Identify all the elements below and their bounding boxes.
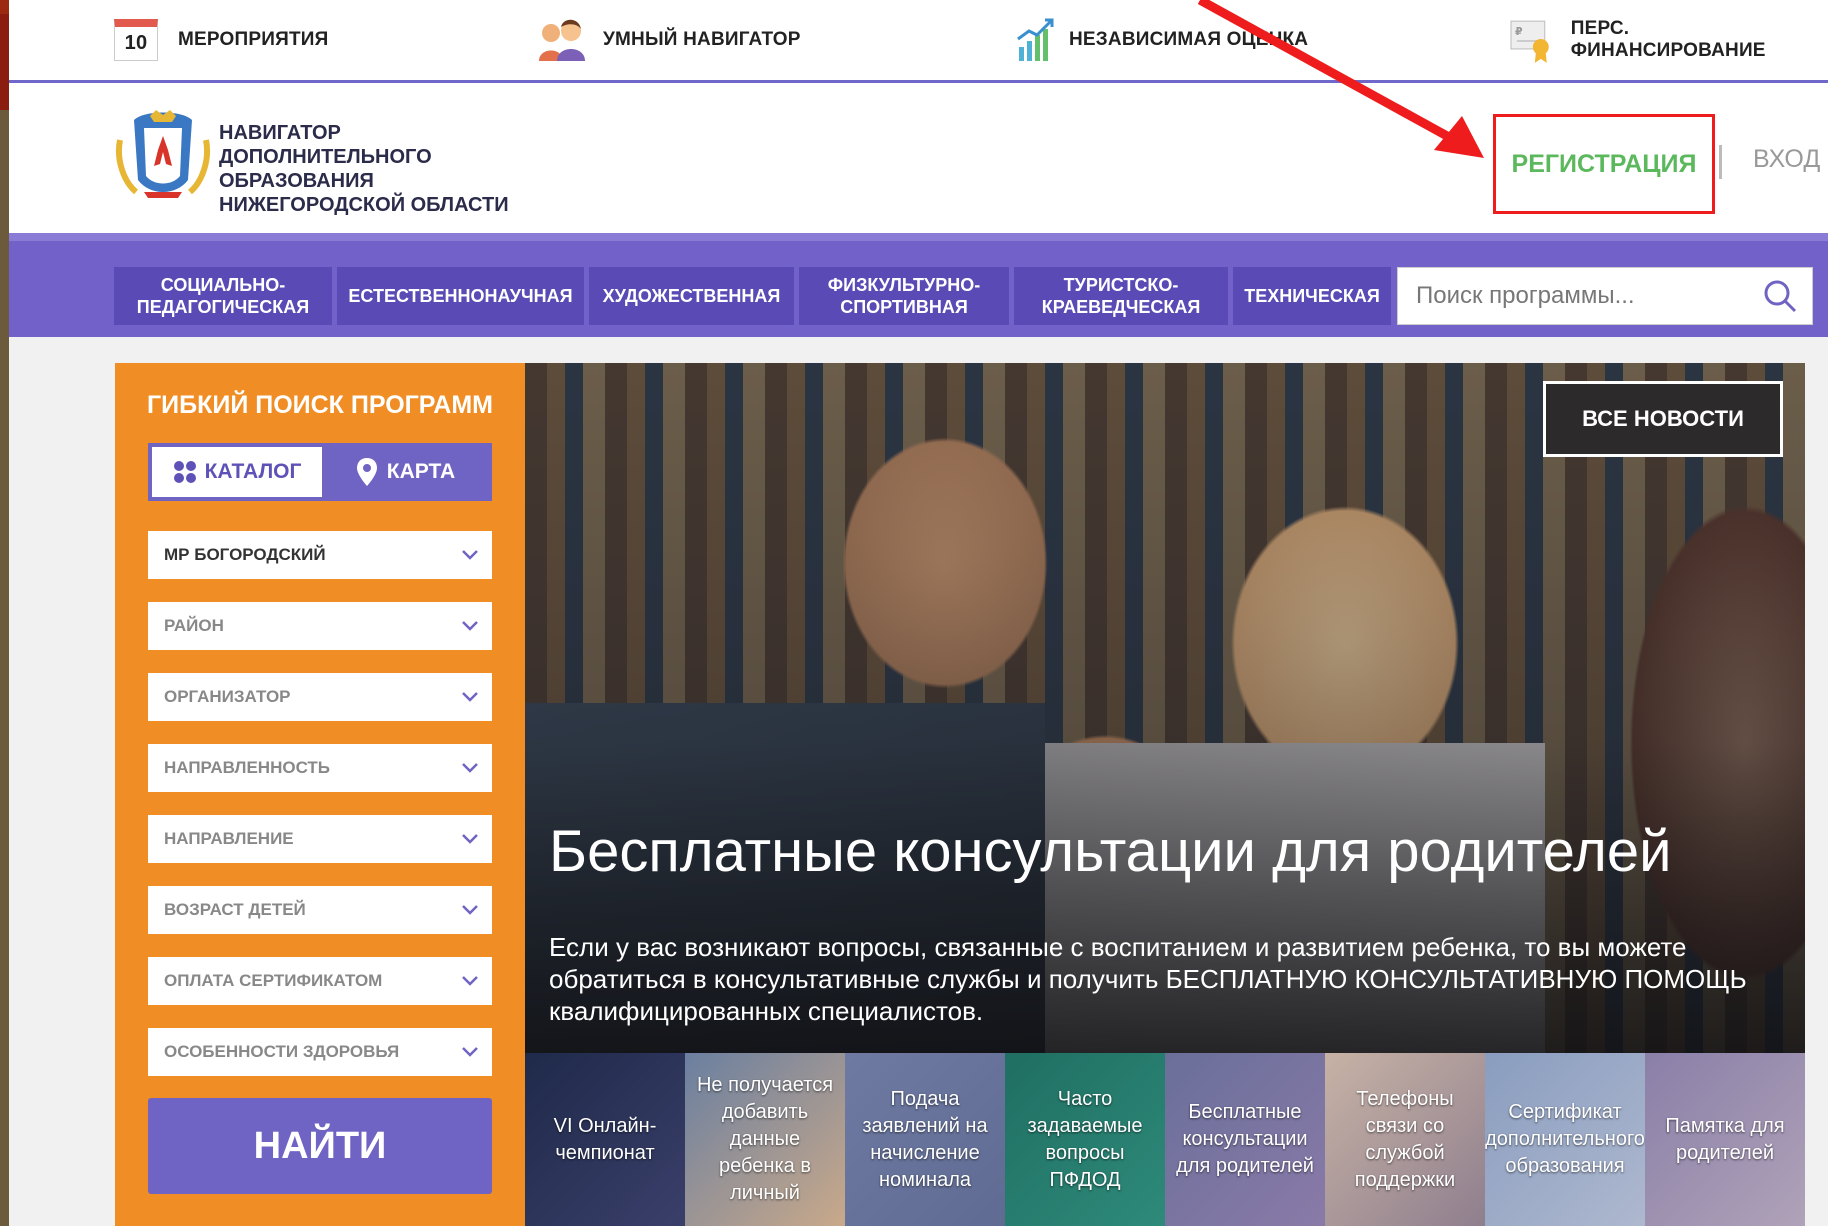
news-tile[interactable]: Не получается добавить данные ребенка в … — [685, 1053, 845, 1226]
category-artistic[interactable]: ХУДОЖЕСТВЕННАЯ — [589, 267, 794, 325]
catalog-tab-label: КАТАЛОГ — [204, 460, 302, 483]
dropdown-district[interactable]: РАЙОН — [148, 602, 492, 650]
news-tile-label: Телефоны связи со службой поддержки — [1354, 1087, 1456, 1191]
category-navigation: СОЦИАЛЬНО-ПЕДАГОГИЧЕСКАЯ ЕСТЕСТВЕННОНАУЧ… — [9, 233, 1828, 337]
map-tab-label: КАРТА — [386, 460, 456, 483]
chevron-down-icon — [462, 692, 478, 702]
filter-title: ГИБКИЙ ПОИСК ПРОГРАММ — [146, 391, 493, 419]
map-pin-icon — [356, 458, 377, 486]
category-tourism[interactable]: ТУРИСТСКО-КРАЕВЕДЧЕСКАЯ — [1014, 267, 1228, 325]
presentation-frame-edge — [0, 0, 9, 1226]
header-divider — [1719, 145, 1722, 179]
view-toggle: КАТАЛОГ КАРТА — [148, 443, 492, 501]
news-tile[interactable]: Бесплатные консультации для родителей — [1165, 1053, 1325, 1226]
dropdown-health-features[interactable]: ОСОБЕННОСТИ ЗДОРОВЬЯ — [148, 1028, 492, 1076]
dropdown-direction-label: НАПРАВЛЕНИЕ — [164, 829, 294, 848]
dropdown-health-features-label: ОСОБЕННОСТИ ЗДОРОВЬЯ — [164, 1042, 400, 1061]
category-sports[interactable]: ФИЗКУЛЬТУРНО-СПОРТИВНАЯ — [799, 267, 1009, 325]
chevron-down-icon — [462, 550, 478, 560]
svg-text:₽: ₽ — [1515, 25, 1523, 38]
dropdown-municipality[interactable]: МР БОГОРОДСКИЙ — [148, 531, 492, 579]
dropdown-organizer[interactable]: ОРГАНИЗАТОР — [148, 673, 492, 721]
category-natural-science[interactable]: ЕСТЕСТВЕННОНАУЧНАЯ — [337, 267, 584, 325]
news-tile[interactable]: VI Онлайн-чемпионат — [525, 1053, 685, 1226]
chevron-down-icon — [462, 763, 478, 773]
news-tile[interactable]: Телефоны связи со службой поддержки — [1325, 1053, 1485, 1226]
annotation-arrow — [1197, 0, 1484, 158]
coat-of-arms-logo[interactable] — [114, 110, 212, 200]
news-hero-banner[interactable]: ВСЕ НОВОСТИ Бесплатные консультации для … — [525, 363, 1805, 1053]
dropdown-children-age-label: ВОЗРАСТ ДЕТЕЙ — [164, 900, 306, 919]
chevron-down-icon — [462, 905, 478, 915]
news-tile-label: Часто задаваемые вопросы ПФДОД — [1027, 1087, 1143, 1191]
program-search — [1397, 267, 1813, 325]
find-button[interactable]: НАЙТИ — [148, 1098, 492, 1194]
register-link-label: РЕГИСТРАЦИЯ — [1511, 149, 1697, 178]
category-technical[interactable]: ТЕХНИЧЕСКАЯ — [1233, 267, 1391, 325]
login-link[interactable]: ВХОД — [1753, 145, 1820, 174]
topnav-personal-financing-label: ПЕРС. ФИНАНСИРОВАНИЕ — [1570, 18, 1766, 61]
grid-dots-icon — [173, 461, 196, 483]
search-icon[interactable] — [1762, 278, 1798, 314]
dropdown-focus[interactable]: НАПРАВЛЕННОСТЬ — [148, 744, 492, 792]
dropdown-district-label: РАЙОН — [164, 616, 224, 635]
search-input[interactable] — [1398, 268, 1766, 324]
dropdown-focus-label: НАПРАВЛЕННОСТЬ — [164, 758, 331, 777]
calendar-icon: 10 — [114, 19, 158, 61]
topnav-events[interactable]: 10 МЕРОПРИЯТИЯ — [114, 19, 329, 61]
chart-growth-icon — [1017, 18, 1054, 61]
topnav-smart-navigator[interactable]: УМНЫЙ НАВИГАТОР — [537, 19, 801, 61]
topnav-events-label: МЕРОПРИЯТИЯ — [178, 29, 329, 50]
news-tile-label: Бесплатные консультации для родителей — [1176, 1101, 1314, 1177]
category-social-pedagogical[interactable]: СОЦИАЛЬНО-ПЕДАГОГИЧЕСКАЯ — [114, 267, 332, 325]
dropdown-certificate-payment-label: ОПЛАТА СЕРТИФИКАТОМ — [164, 971, 383, 990]
news-tile[interactable]: Памятка для родителей — [1645, 1053, 1805, 1226]
register-link[interactable]: РЕГИСТРАЦИЯ — [1493, 114, 1715, 214]
site-name: НАВИГАТОР ДОПОЛНИТЕЛЬНОГО ОБРАЗОВАНИЯ НИ… — [219, 122, 509, 216]
chevron-down-icon — [462, 834, 478, 844]
chevron-down-icon — [462, 976, 478, 986]
news-tile-label: Памятка для родителей — [1665, 1114, 1785, 1164]
calendar-day: 10 — [124, 32, 148, 54]
topnav-smart-navigator-label: УМНЫЙ НАВИГАТОР — [603, 29, 801, 50]
chevron-down-icon — [462, 1047, 478, 1057]
catalog-tab[interactable]: КАТАЛОГ — [152, 447, 322, 497]
dropdown-direction[interactable]: НАПРАВЛЕНИЕ — [148, 815, 492, 863]
dropdown-municipality-value: МР БОГОРОДСКИЙ — [164, 545, 326, 564]
site-header: НАВИГАТОР ДОПОЛНИТЕЛЬНОГО ОБРАЗОВАНИЯ НИ… — [9, 83, 1828, 233]
news-tile-label: VI Онлайн-чемпионат — [553, 1114, 657, 1164]
chevron-down-icon — [462, 621, 478, 631]
hero-title: Бесплатные консультации для родителей — [549, 819, 1672, 884]
dropdown-children-age[interactable]: ВОЗРАСТ ДЕТЕЙ — [148, 886, 492, 934]
all-news-button[interactable]: ВСЕ НОВОСТИ — [1543, 381, 1783, 457]
hero-text: Если у вас возникают вопросы, связанные … — [549, 932, 1747, 1026]
news-tile-label: Не получается добавить данные ребенка в … — [696, 1074, 834, 1204]
news-tile[interactable]: Сертификат дополнительного образования — [1485, 1053, 1645, 1226]
news-thumbnails: VI Онлайн-чемпионат Не получается добави… — [525, 1053, 1805, 1226]
people-icon — [539, 19, 585, 61]
news-tile-label: Сертификат дополнительного образования — [1485, 1101, 1645, 1177]
news-tile-label: Подача заявлений на начисление номинала — [862, 1087, 988, 1191]
topnav-personal-financing[interactable]: ₽ ПЕРС. ФИНАНСИРОВАНИЕ — [1509, 18, 1828, 63]
news-tile[interactable]: Подача заявлений на начисление номинала — [845, 1053, 1005, 1226]
flexible-search-panel: ГИБКИЙ ПОИСК ПРОГРАММ КАТАЛОГ КАРТА МР Б… — [115, 363, 525, 1226]
dropdown-organizer-label: ОРГАНИЗАТОР — [164, 687, 291, 706]
top-navigation-bar: 10 МЕРОПРИЯТИЯ УМНЫЙ НАВИГАТОР НЕЗАВИСИМ… — [9, 0, 1828, 83]
dropdown-certificate-payment[interactable]: ОПЛАТА СЕРТИФИКАТОМ — [148, 957, 492, 1005]
news-tile[interactable]: Часто задаваемые вопросы ПФДОД — [1005, 1053, 1165, 1226]
map-tab[interactable]: КАРТА — [324, 447, 488, 497]
certificate-icon: ₽ — [1510, 20, 1549, 63]
